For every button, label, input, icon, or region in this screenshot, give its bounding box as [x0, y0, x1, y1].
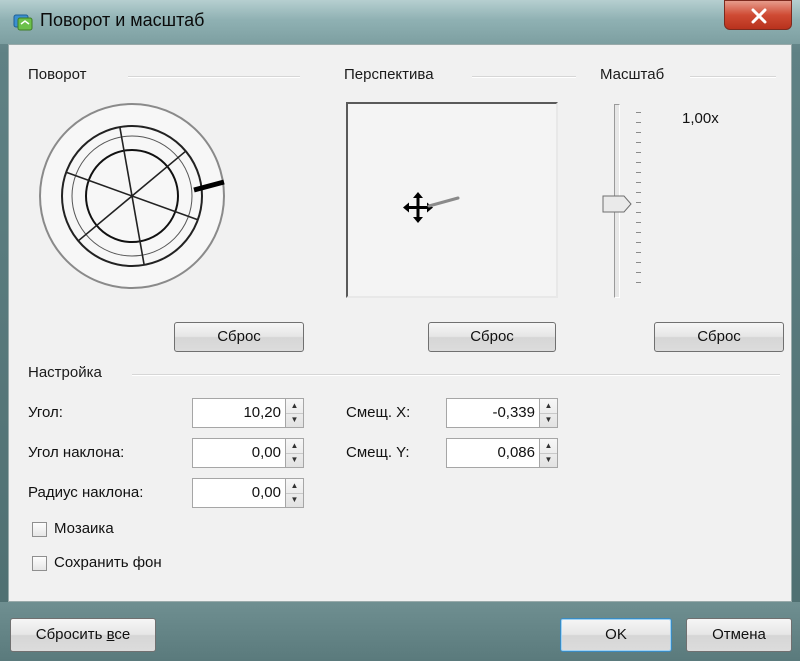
- scale-slider-tick: [636, 172, 641, 173]
- scale-slider-tick: [636, 162, 641, 163]
- keep-background-checkbox[interactable]: Сохранить фон: [32, 554, 232, 574]
- tilt-radius-spinner[interactable]: 0,00 ▲ ▼: [192, 478, 304, 508]
- angle-down-arrow-icon[interactable]: ▼: [286, 413, 303, 427]
- cancel-button[interactable]: Отмена: [686, 618, 792, 652]
- tilt-angle-down-arrow-icon[interactable]: ▼: [286, 453, 303, 467]
- scale-slider-tick: [636, 142, 641, 143]
- scale-slider-thumb[interactable]: [602, 194, 632, 214]
- scale-slider-tick: [636, 262, 641, 263]
- scale-value: 1,00x: [682, 110, 719, 127]
- scale-slider-tick: [636, 112, 641, 113]
- scale-slider-tick: [636, 212, 641, 213]
- offset-x-input[interactable]: -0,339: [446, 398, 540, 428]
- scale-slider-tick: [636, 272, 641, 273]
- tilt-angle-label: Угол наклона:: [28, 444, 125, 461]
- dialog-window: Поворот и масштаб Поворот Сброс Перспект…: [0, 0, 800, 661]
- scale-slider-tick: [636, 252, 641, 253]
- reset-all-label-prefix: Сбросить: [35, 626, 107, 643]
- tilt-radius-label: Радиус наклона:: [28, 484, 144, 501]
- scale-slider-tick: [636, 122, 641, 123]
- scale-slider-tick: [636, 152, 641, 153]
- scale-slider-tick: [636, 282, 641, 283]
- tilt-radius-input[interactable]: 0,00: [192, 478, 286, 508]
- offset-y-spinner[interactable]: 0,086 ▲ ▼: [446, 438, 558, 468]
- window-title: Поворот и масштаб: [40, 10, 205, 30]
- perspective-group-line: [472, 76, 576, 78]
- tilt-angle-spinner[interactable]: 0,00 ▲ ▼: [192, 438, 304, 468]
- scale-slider-tick: [636, 182, 641, 183]
- tilt-angle-input[interactable]: 0,00: [192, 438, 286, 468]
- scale-slider-tick: [636, 192, 641, 193]
- rotation-dial[interactable]: [34, 98, 230, 294]
- close-icon: [751, 8, 767, 24]
- reset-all-button[interactable]: Сбросить все: [10, 618, 156, 652]
- angle-up-arrow-icon[interactable]: ▲: [286, 399, 303, 414]
- mosaic-label: Мозаика: [54, 520, 114, 537]
- ok-button[interactable]: OK: [560, 618, 672, 652]
- scale-slider-tick: [636, 202, 641, 203]
- tilt-radius-up-arrow-icon[interactable]: ▲: [286, 479, 303, 494]
- offset-x-down-arrow-icon[interactable]: ▼: [540, 413, 557, 427]
- rotation-group-label: Поворот: [28, 66, 93, 83]
- angle-input[interactable]: 10,20: [192, 398, 286, 428]
- offset-x-up-arrow-icon[interactable]: ▲: [540, 399, 557, 414]
- angle-spinner[interactable]: 10,20 ▲ ▼: [192, 398, 304, 428]
- offset-y-input[interactable]: 0,086: [446, 438, 540, 468]
- keep-background-label: Сохранить фон: [54, 554, 162, 571]
- scale-slider-tick: [636, 132, 641, 133]
- mosaic-checkbox-box[interactable]: [32, 522, 47, 537]
- tilt-radius-down-arrow-icon[interactable]: ▼: [286, 493, 303, 507]
- close-button[interactable]: [724, 0, 792, 30]
- tilt-angle-up-arrow-icon[interactable]: ▲: [286, 439, 303, 454]
- settings-group-label: Настройка: [28, 364, 108, 381]
- settings-group-line: [132, 374, 780, 376]
- rotation-reset-button[interactable]: Сброс: [174, 322, 304, 352]
- scale-slider-tick: [636, 242, 641, 243]
- scale-reset-button[interactable]: Сброс: [654, 322, 784, 352]
- perspective-pad[interactable]: [346, 102, 558, 298]
- mosaic-checkbox[interactable]: Мозаика: [32, 520, 192, 540]
- move-cursor-icon: [403, 192, 460, 223]
- offset-y-label: Смещ. Y:: [346, 444, 410, 461]
- scale-group-line: [690, 76, 776, 78]
- offset-y-down-arrow-icon[interactable]: ▼: [540, 453, 557, 467]
- scale-slider-ticks: [636, 112, 644, 290]
- perspective-group-label: Перспектива: [344, 66, 440, 83]
- offset-y-up-arrow-icon[interactable]: ▲: [540, 439, 557, 454]
- offset-x-label: Смещ. X:: [346, 404, 411, 421]
- rotation-group-line: [128, 76, 300, 78]
- title-bar[interactable]: Поворот и масштаб: [0, 0, 800, 44]
- scale-slider-tick: [636, 232, 641, 233]
- scale-group-label: Масштаб: [600, 66, 671, 83]
- scale-slider-tick: [636, 222, 641, 223]
- app-icon: [13, 14, 33, 31]
- reset-all-label-suffix: се: [114, 626, 131, 643]
- keep-background-checkbox-box[interactable]: [32, 556, 47, 571]
- perspective-reset-button[interactable]: Сброс: [428, 322, 556, 352]
- offset-x-spinner[interactable]: -0,339 ▲ ▼: [446, 398, 558, 428]
- angle-label: Угол:: [28, 404, 63, 421]
